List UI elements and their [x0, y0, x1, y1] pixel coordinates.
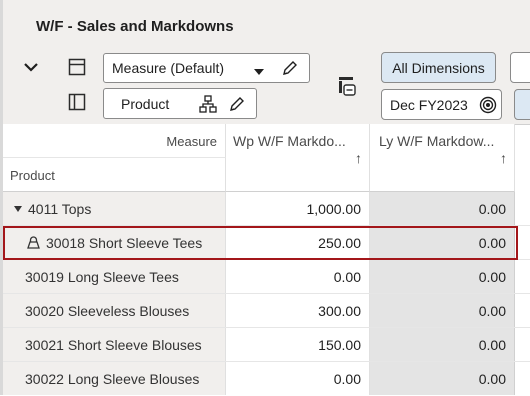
next-dimension-pill-bottom[interactable]	[514, 89, 530, 120]
edit-product-pencil-icon[interactable]	[228, 95, 246, 116]
ly-markdown-cell: 0.00	[370, 260, 515, 293]
view-title: W/F - Sales and Markdowns	[36, 18, 234, 35]
overflow-cell	[515, 294, 530, 327]
column-header-ly-markdown[interactable]: Ly W/F Markdow... ↑	[370, 124, 515, 192]
product-select-value: Product	[121, 95, 170, 112]
hierarchy-icon[interactable]	[199, 95, 217, 116]
table-row[interactable]: 30022 Long Sleeve Blouses 0.00 0.00	[3, 362, 530, 396]
table-row[interactable]: 30018 Short Sleeve Tees 250.00 0.00	[3, 226, 530, 260]
ly-markdown-cell: 0.00	[370, 226, 515, 259]
date-select[interactable]: Dec FY2023	[381, 89, 502, 120]
overflow-cell	[515, 328, 530, 361]
wp-markdown-cell[interactable]: 150.00	[226, 328, 370, 361]
overflow-cell	[515, 260, 530, 293]
print-settings-icon[interactable]	[336, 74, 358, 98]
date-select-value: Dec FY2023	[390, 96, 468, 113]
target-icon[interactable]	[479, 96, 497, 117]
all-dimensions-button[interactable]: All Dimensions	[381, 52, 496, 83]
lock-icon	[27, 236, 40, 249]
product-label: 30019 Long Sleeve Tees	[25, 268, 179, 285]
product-cell[interactable]: 4011 Tops	[3, 192, 226, 225]
product-cell[interactable]: 30019 Long Sleeve Tees	[3, 260, 226, 293]
title-bar: W/F - Sales and Markdowns	[3, 0, 530, 49]
overflow-cell	[515, 362, 530, 395]
collapse-triangle-icon[interactable]	[14, 205, 22, 212]
ly-markdown-cell: 0.00	[370, 294, 515, 327]
column-header-wp-markdown[interactable]: Wp W/F Markdo... ↑	[226, 124, 370, 192]
table-row[interactable]: 4011 Tops 1,000.00 0.00	[3, 192, 530, 226]
product-label: 30022 Long Sleeve Blouses	[25, 370, 200, 387]
dropdown-caret-icon[interactable]	[254, 63, 264, 79]
collapse-chevron-icon[interactable]	[20, 56, 42, 78]
table-row[interactable]: 30019 Long Sleeve Tees 0.00 0.00	[3, 260, 530, 294]
layout-columns-icon[interactable]	[66, 91, 88, 113]
product-label: 4011 Tops	[28, 200, 92, 217]
all-dimensions-label: All Dimensions	[392, 59, 485, 76]
product-select[interactable]: Product	[103, 88, 257, 119]
ly-markdown-cell: 0.00	[370, 192, 515, 225]
product-label: 30021 Short Sleeve Blouses	[25, 336, 202, 353]
ly-markdown-cell: 0.00	[370, 362, 515, 395]
next-dimension-pill-top[interactable]	[510, 52, 530, 83]
layout-rows-icon[interactable]	[66, 56, 88, 78]
wp-markdown-cell[interactable]: 0.00	[226, 362, 370, 395]
product-label: 30018 Short Sleeve Tees	[46, 234, 203, 251]
product-cell[interactable]: 30018 Short Sleeve Tees	[3, 226, 226, 259]
edit-measure-pencil-icon[interactable]	[281, 59, 299, 80]
table-row[interactable]: 30021 Short Sleeve Blouses 150.00 0.00	[3, 328, 530, 362]
ly-markdown-cell: 0.00	[370, 328, 515, 361]
product-cell[interactable]: 30022 Long Sleeve Blouses	[3, 362, 226, 395]
wp-markdown-cell[interactable]: 300.00	[226, 294, 370, 327]
wp-markdown-cell[interactable]: 1,000.00	[226, 192, 370, 225]
sort-ascending-icon[interactable]: ↑	[355, 150, 362, 166]
wp-markdown-cell[interactable]: 250.00	[226, 226, 370, 259]
product-cell[interactable]: 30021 Short Sleeve Blouses	[3, 328, 226, 361]
overflow-cell	[515, 226, 530, 259]
measure-header-label: Measure	[166, 134, 217, 149]
data-grid: Measure Product Wp W/F Markdo... ↑ Ly W/…	[3, 124, 530, 395]
product-cell[interactable]: 30020 Sleeveless Blouses	[3, 294, 226, 327]
product-label: 30020 Sleeveless Blouses	[25, 302, 190, 319]
measure-select-value: Measure (Default)	[112, 60, 225, 76]
wp-markdown-cell[interactable]: 0.00	[226, 260, 370, 293]
measure-select[interactable]: Measure (Default)	[103, 53, 310, 83]
col1-header-label: Wp W/F Markdo...	[233, 133, 346, 149]
sort-ascending-icon[interactable]: ↑	[500, 150, 507, 166]
overflow-cell	[515, 192, 530, 225]
measure-header-cell: Measure	[3, 124, 226, 158]
toolbar: Measure (Default) Product All Dimensions…	[3, 48, 530, 125]
product-header-cell: Product	[3, 158, 226, 192]
table-row[interactable]: 30020 Sleeveless Blouses 300.00 0.00	[3, 294, 530, 328]
col2-header-label: Ly W/F Markdow...	[379, 133, 495, 149]
product-header-label: Product	[10, 168, 55, 183]
